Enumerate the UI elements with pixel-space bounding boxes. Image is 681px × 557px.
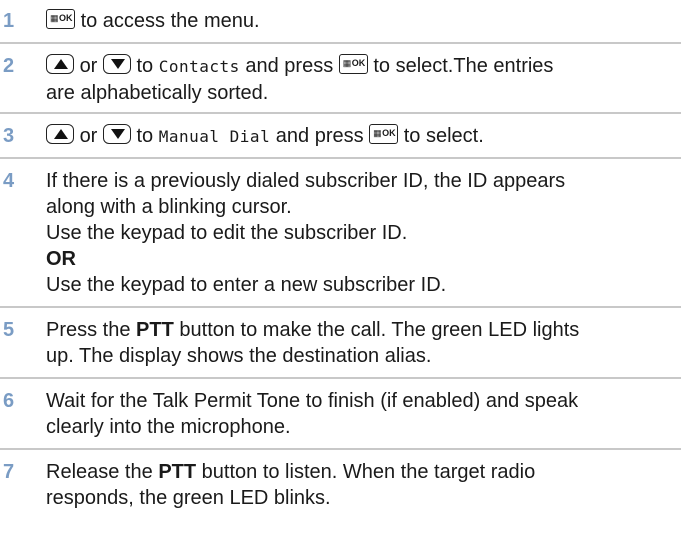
- step-text: Wait for the Talk Permit Tone to finish …: [46, 388, 677, 440]
- step-text-line: up. The display shows the destination al…: [46, 345, 432, 367]
- step-text: to access the menu.: [46, 8, 677, 34]
- separator: [0, 42, 681, 44]
- up-arrow-key-icon: [46, 54, 74, 74]
- up-arrow-key-icon: [46, 124, 74, 144]
- separator: [0, 377, 681, 379]
- menu-ok-key-icon: [46, 9, 75, 29]
- menu-ok-key-icon: [369, 124, 399, 144]
- step-number: 5: [3, 319, 15, 341]
- step-text-line: responds, the green LED blinks.: [46, 487, 331, 509]
- step-text-fragment: to select.: [403, 125, 484, 147]
- step-text-line: If there is a previously dialed subscrib…: [46, 170, 566, 192]
- step-text-fragment: or: [79, 125, 98, 147]
- step-text: or to Contacts and press to select.The e…: [46, 53, 677, 106]
- ptt-label: PTT: [136, 319, 174, 341]
- step-text-fragment: button to listen. When the target radio: [201, 461, 536, 483]
- step-text: or to Manual Dial and press to select.: [46, 123, 677, 150]
- down-arrow-key-icon: [102, 124, 131, 144]
- step-text-fragment: or: [79, 55, 98, 77]
- step-text: If there is a previously dialed subscrib…: [46, 168, 677, 298]
- down-arrow-key-icon: [102, 54, 131, 74]
- step-text-fragment: button to make the call. The green LED l…: [179, 319, 580, 341]
- step-text-line: Use the keypad to enter a new subscriber…: [46, 274, 447, 296]
- step-text: Press the PTT button to make the call. T…: [46, 317, 677, 369]
- step-text-fragment: Release the: [46, 461, 153, 483]
- step-text-line: Wait for the Talk Permit Tone to finish …: [46, 390, 579, 412]
- step-text-fragment: and press: [275, 125, 364, 147]
- ptt-label: PTT: [158, 461, 197, 483]
- step-number: 4: [3, 170, 15, 192]
- step-number: 2: [3, 55, 15, 77]
- separator: [0, 112, 681, 114]
- step-number: 3: [3, 125, 15, 147]
- step-text-fragment: are alphabetically sorted.: [46, 82, 269, 104]
- step-text-fragment: to: [136, 55, 154, 77]
- separator: [0, 306, 681, 308]
- step-text-line: clearly into the microphone.: [46, 416, 291, 438]
- step-text-fragment: to access the menu.: [80, 10, 260, 32]
- step-number: 7: [3, 461, 15, 483]
- step-text-fragment: and press: [245, 55, 334, 77]
- menu-ok-key-icon: [338, 54, 368, 74]
- separator: [0, 157, 681, 159]
- step-text-line: along with a blinking cursor.: [46, 196, 292, 218]
- step-text-fragment: to select.The entries: [373, 55, 554, 77]
- step-text-fragment: to: [136, 125, 154, 147]
- step-number: 6: [3, 390, 15, 412]
- separator: [0, 448, 681, 450]
- step-number: 1: [3, 10, 15, 32]
- step-text: Release the PTT button to listen. When t…: [46, 459, 677, 511]
- step-text-fragment: Press the: [46, 319, 131, 341]
- menu-item-name: Manual Dial: [158, 127, 271, 146]
- or-label: OR: [46, 248, 76, 270]
- step-text-line: Use the keypad to edit the subscriber ID…: [46, 222, 408, 244]
- menu-item-name: Contacts: [158, 57, 240, 76]
